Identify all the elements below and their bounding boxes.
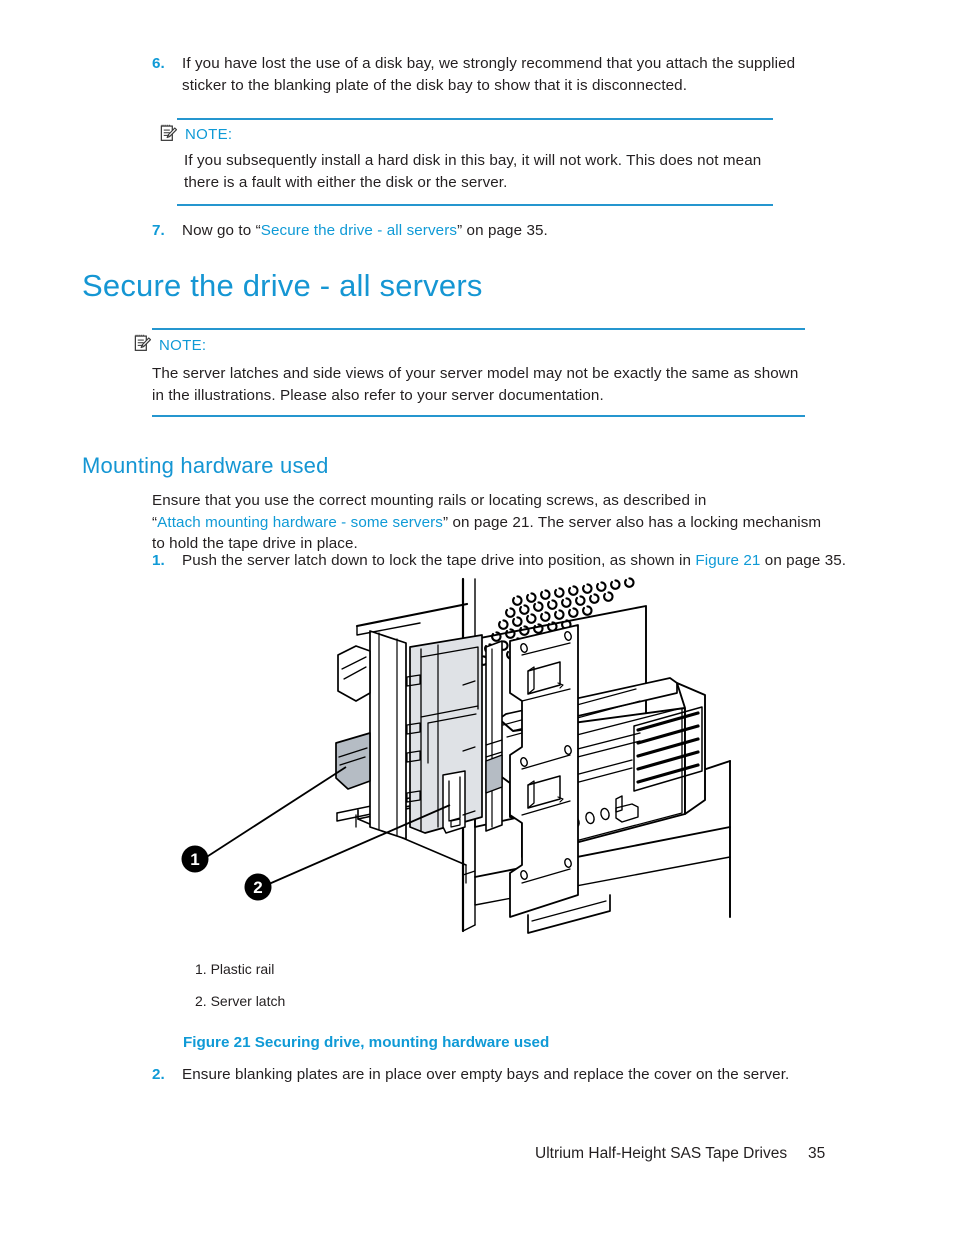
note-memo-icon — [133, 334, 152, 353]
figure-caption: Figure 21 Securing drive, mounting hardw… — [183, 1034, 550, 1051]
footer-title: Ultrium Half-Height SAS Tape Drives — [535, 1145, 788, 1162]
note-bottom-rule — [177, 204, 773, 206]
step-text: Ensure blanking plates are in place over… — [182, 1066, 790, 1083]
svg-text:2: 2 — [253, 878, 262, 897]
intro-line-1: Ensure that you use the correct mounting… — [152, 492, 707, 509]
note-memo-icon — [159, 124, 178, 143]
step-text: If you have lost the use of a disk bay, … — [182, 55, 796, 94]
list-item-step-7: 7. Now go to “Secure the drive - all ser… — [152, 220, 832, 242]
note2-top-rule — [152, 328, 805, 330]
mounting-intro-paragraph: Ensure that you use the correct mounting… — [152, 490, 842, 555]
note2-bottom-rule — [152, 415, 805, 417]
section-title-mounting-hardware: Mounting hardware used — [82, 453, 329, 478]
link-attach-mounting-hardware[interactable]: Attach mounting hardware - some servers — [157, 514, 443, 531]
figure-legend-item-2: 2. Server latch — [195, 993, 286, 1009]
list-item-step-6: 6. If you have lost the use of a disk ba… — [152, 53, 832, 96]
step-number: 2. — [152, 1066, 165, 1083]
note-top-rule — [177, 118, 773, 120]
step-number: 7. — [152, 222, 165, 239]
note-body: If you subsequently install a hard disk … — [184, 152, 762, 191]
note-label: NOTE: — [185, 126, 233, 143]
intro-quote-close: ” on page 21. The server also has a lock… — [443, 513, 822, 531]
step7-text-before: Now go to “ — [182, 222, 261, 239]
list-item-mounting-step-2: 2. Ensure blanking plates are in place o… — [152, 1064, 852, 1086]
step1-text-after: on page 35. — [760, 552, 847, 569]
link-secure-the-drive[interactable]: Secure the drive - all servers — [261, 222, 457, 239]
figure-legend-item-1: 1. Plastic rail — [195, 961, 275, 977]
svg-text:1: 1 — [190, 850, 199, 869]
page-title: Secure the drive - all servers — [82, 268, 483, 303]
step-number: 6. — [152, 55, 165, 72]
callout-marker-1: 1 — [181, 845, 209, 873]
note-body: The server latches and side views of you… — [152, 365, 799, 404]
note-label: NOTE: — [159, 337, 207, 354]
figure-21-illustration: 1 2 — [170, 565, 770, 945]
footer-page-number: 35 — [808, 1145, 826, 1162]
step-text: Now go to “Secure the drive - all server… — [182, 220, 832, 242]
document-page: 6. If you have lost the use of a disk ba… — [0, 0, 954, 1235]
step7-text-after: ” on page 35. — [457, 222, 548, 239]
callout-marker-2: 2 — [244, 873, 272, 901]
